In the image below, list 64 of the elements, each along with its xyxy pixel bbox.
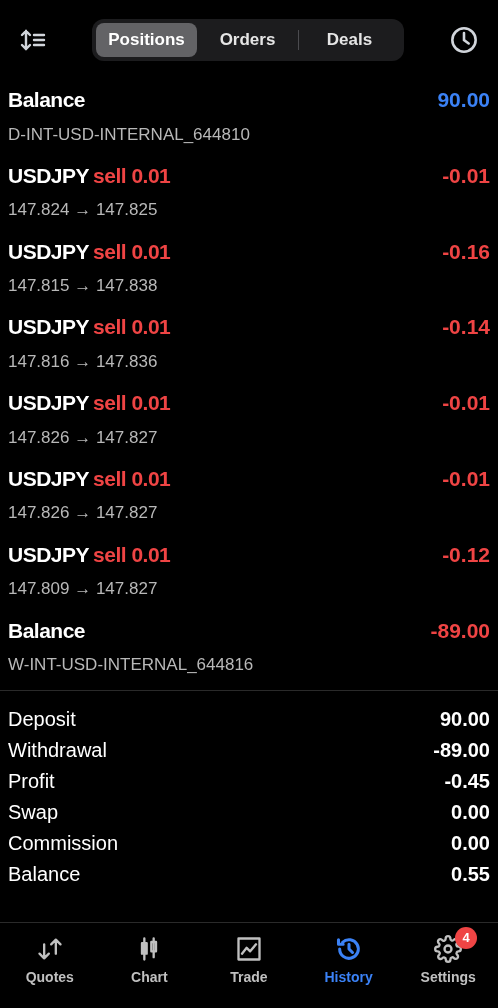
history-row[interactable]: USDJPY sell 0.01 147.816 → 147.836 -0.14 bbox=[0, 307, 498, 384]
trade-type: sell 0.01 bbox=[93, 314, 171, 341]
symbol: USDJPY bbox=[8, 238, 90, 265]
row-value: 90.00 bbox=[437, 87, 490, 113]
tab[interactable]: Deals bbox=[299, 23, 400, 57]
row-value: -0.12 bbox=[442, 541, 490, 568]
trade-type: sell 0.01 bbox=[93, 238, 171, 265]
row-value: -0.01 bbox=[442, 162, 490, 189]
summary-value: -89.00 bbox=[433, 737, 490, 763]
line-chart-icon bbox=[235, 935, 263, 963]
row-value: -0.01 bbox=[442, 466, 490, 492]
symbol: USDJPY bbox=[8, 162, 90, 189]
notification-badge: 4 bbox=[455, 927, 478, 949]
trade-type: sell 0.01 bbox=[93, 390, 171, 417]
symbol: USDJPY bbox=[8, 541, 90, 568]
row-title: Balance bbox=[8, 617, 87, 644]
summary-label: Balance bbox=[8, 861, 81, 887]
summary-label: Deposit bbox=[8, 706, 76, 732]
history-row[interactable]: Balance W-INT-USD-INTERNAL_644816 -89.00 bbox=[0, 610, 498, 687]
summary-label: Profit bbox=[8, 768, 55, 794]
nav-tab[interactable]: Quotes bbox=[4, 927, 95, 988]
row-detail: 147.826 → 147.827 bbox=[8, 426, 159, 449]
history-row[interactable]: USDJPY sell 0.01 147.826 → 147.827 -0.01 bbox=[0, 459, 498, 535]
summary-value: -0.45 bbox=[444, 768, 490, 794]
row-value: -89.00 bbox=[430, 617, 490, 644]
tab[interactable]: Orders bbox=[197, 23, 298, 57]
history-row[interactable]: USDJPY sell 0.01 147.815 → 147.838 -0.16 bbox=[0, 231, 498, 308]
summary-label: Commission bbox=[8, 830, 119, 856]
trade-type: sell 0.01 bbox=[93, 162, 171, 189]
row-detail: 147.809 → 147.827 bbox=[8, 578, 159, 601]
row-detail: 147.826 → 147.827 bbox=[8, 502, 159, 525]
symbol: USDJPY bbox=[8, 390, 90, 417]
history-icon bbox=[334, 935, 363, 963]
summary-label: Swap bbox=[8, 799, 59, 825]
nav-tab[interactable]: Trade bbox=[204, 927, 294, 988]
row-detail: W-INT-USD-INTERNAL_644816 bbox=[8, 654, 254, 677]
history-row[interactable]: USDJPY sell 0.01 147.824 → 147.825 -0.01 bbox=[0, 155, 498, 232]
row-detail: 147.824 → 147.825 bbox=[8, 199, 159, 222]
history-row[interactable]: USDJPY sell 0.01 147.826 → 147.827 -0.01 bbox=[0, 383, 498, 459]
nav-tab[interactable]: History bbox=[303, 927, 394, 988]
row-title: Balance bbox=[8, 87, 87, 113]
trade-type: sell 0.01 bbox=[93, 541, 171, 568]
sort-icon[interactable] bbox=[20, 28, 46, 52]
summary-value: 90.00 bbox=[439, 706, 490, 732]
symbol: USDJPY bbox=[8, 314, 90, 341]
nav-tab[interactable]: Chart bbox=[104, 927, 195, 988]
row-detail: 147.815 → 147.838 bbox=[8, 275, 159, 298]
row-value: -0.16 bbox=[442, 238, 490, 265]
symbol: USDJPY bbox=[8, 466, 90, 492]
tab[interactable]: Positions bbox=[96, 23, 197, 57]
clock-icon[interactable] bbox=[450, 26, 478, 54]
settings-icon bbox=[434, 935, 463, 963]
row-detail: 147.816 → 147.836 bbox=[8, 350, 159, 373]
trade-type: sell 0.01 bbox=[93, 466, 171, 492]
row-detail: D-INT-USD-INTERNAL_644810 bbox=[8, 123, 250, 146]
summary-value: 0.00 bbox=[451, 799, 490, 825]
history-row[interactable]: Balance D-INT-USD-INTERNAL_644810 90.00 bbox=[0, 80, 498, 156]
nav-tab[interactable]: Settings 4 bbox=[403, 927, 494, 988]
row-value: -0.01 bbox=[442, 390, 490, 417]
summary-value: 0.00 bbox=[451, 830, 490, 856]
summary-value: 0.55 bbox=[451, 861, 490, 887]
summary-label: Withdrawal bbox=[8, 737, 107, 763]
history-row[interactable]: USDJPY sell 0.01 147.809 → 147.827 -0.12 bbox=[0, 534, 498, 611]
row-value: -0.14 bbox=[442, 314, 490, 341]
